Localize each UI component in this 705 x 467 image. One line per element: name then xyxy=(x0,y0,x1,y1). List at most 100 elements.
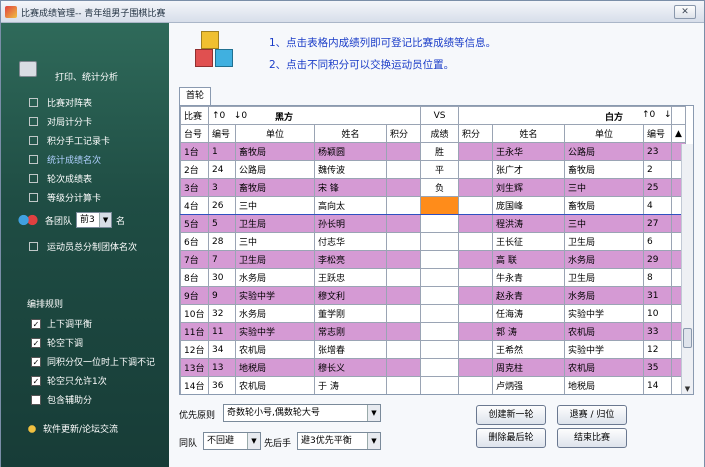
vertical-scrollbar[interactable]: ▼ xyxy=(681,144,693,394)
table-row[interactable]: 4台 26 三中 高向太 庞国峰 畜牧局 4 xyxy=(180,196,686,215)
table-row[interactable]: 6台 28 三中 付志华 王长征 卫生局 6 xyxy=(180,232,686,251)
table-row[interactable]: 13台 13 地税局 穆长义 周克柱 农机局 35 xyxy=(180,358,686,377)
close-button[interactable]: ✕ xyxy=(674,5,696,19)
score-cell[interactable] xyxy=(386,358,421,377)
table-row[interactable]: 15台15地税局张炳泉 穆文昌物价局37 xyxy=(181,395,686,396)
score-white-cell[interactable] xyxy=(458,178,493,197)
score-cell[interactable] xyxy=(386,304,421,323)
score-white-cell[interactable] xyxy=(458,232,493,251)
score-cell[interactable] xyxy=(386,250,421,269)
table-row[interactable]: 3台 3 畜牧局宋 锋 负 刘生辉 三中 25 xyxy=(180,178,686,197)
menu-item[interactable]: 比赛对阵表 xyxy=(29,93,110,112)
score-cell[interactable] xyxy=(386,160,421,179)
result-cell[interactable] xyxy=(420,304,459,323)
scroll-up-icon[interactable]: ▲ xyxy=(671,124,686,143)
result-cell[interactable] xyxy=(420,322,459,341)
score-cell[interactable] xyxy=(386,376,421,394)
result-cell[interactable] xyxy=(420,286,459,305)
table-row[interactable]: 8台 30 水务局 王跃忠 牛永青 卫生局 8 xyxy=(180,268,686,287)
result-cell[interactable] xyxy=(420,358,459,377)
result-cell[interactable]: 平 xyxy=(420,160,459,179)
score-cell[interactable] xyxy=(386,268,421,287)
withdraw-button[interactable]: 退赛 / 归位 xyxy=(557,405,627,425)
new-round-button[interactable]: 创建新一轮 xyxy=(476,405,546,425)
result-cell[interactable] xyxy=(420,268,459,287)
score-white-cell[interactable] xyxy=(458,250,493,269)
table-row[interactable]: 11台 11 实验中学 常志刚 郭 涛农机局 33 xyxy=(180,322,686,341)
unit-white-cell: 水务局 xyxy=(564,286,644,305)
scroll-down-icon[interactable]: ▼ xyxy=(682,383,693,394)
checkbox-icon[interactable] xyxy=(31,394,41,405)
table-row[interactable]: 7台 7 卫生局 李松亮 高 联水务局 29 xyxy=(180,250,686,269)
update-link[interactable]: 软件更新/论坛交流 xyxy=(25,422,118,435)
score-white-cell[interactable] xyxy=(458,214,493,233)
score-cell[interactable] xyxy=(386,196,421,215)
score-white-cell[interactable] xyxy=(459,395,493,396)
result-cell[interactable]: 负 xyxy=(420,178,459,197)
score-cell[interactable] xyxy=(386,142,421,161)
checkbox-icon[interactable]: ✓ xyxy=(31,356,41,367)
menu-item[interactable]: 统计成绩名次 xyxy=(29,150,110,169)
score-white-cell[interactable] xyxy=(458,376,493,394)
table-row[interactable]: 12台 34 农机局 张增春 王希然 实验中学 12 xyxy=(180,340,686,359)
score-cell[interactable] xyxy=(386,286,421,305)
score-white-cell[interactable] xyxy=(458,304,493,323)
chevron-down-icon[interactable]: ▼ xyxy=(99,213,112,227)
end-match-button[interactable]: 结束比赛 xyxy=(557,428,627,448)
table-row[interactable]: 1台 1 畜牧局 杨颖圆 胜 王永华 公路局 23 xyxy=(180,142,686,161)
menu-item[interactable]: 等级分计算卡 xyxy=(29,188,110,207)
table-row[interactable]: 5台 5 卫生局 孙长明 程洪涛 三中 27 xyxy=(180,214,686,233)
score-cell[interactable] xyxy=(386,232,421,251)
checkbox-icon[interactable]: ✓ xyxy=(31,375,41,386)
menu-item[interactable]: 轮次成绩表 xyxy=(29,169,110,188)
table-row[interactable]: 10台 32 水务局 董学刚 任海涛 实验中学 10 xyxy=(180,304,686,323)
chevron-down-icon[interactable]: ▼ xyxy=(367,405,380,421)
result-cell[interactable] xyxy=(420,214,459,233)
menu-item[interactable]: 对局计分卡 xyxy=(29,112,110,131)
score-cell[interactable] xyxy=(387,395,421,396)
result-cell[interactable] xyxy=(421,395,459,396)
table-row[interactable]: 14台 36 农机局于 涛卢炳强 地税局 14 xyxy=(180,376,686,394)
score-cell[interactable] xyxy=(386,178,421,197)
score-cell[interactable] xyxy=(386,214,421,233)
scrollbar-thumb[interactable] xyxy=(683,328,692,348)
tab-first-round[interactable]: 首轮 xyxy=(179,87,211,105)
rule-checkbox[interactable]: ✓ 上下调平衡 xyxy=(31,314,155,333)
checkbox-icon[interactable]: ✓ xyxy=(31,318,41,329)
score-white-cell[interactable] xyxy=(458,268,493,287)
priority-select[interactable]: 奇数轮小号,偶数轮大号 ▼ xyxy=(223,404,381,422)
score-white-cell[interactable] xyxy=(458,340,493,359)
result-cell[interactable]: 胜 xyxy=(420,142,459,161)
result-cell[interactable] xyxy=(420,376,459,394)
score-white-cell[interactable] xyxy=(458,196,493,215)
order-select[interactable]: 避3优先平衡 ▼ xyxy=(297,432,381,450)
result-cell[interactable] xyxy=(420,250,459,269)
rule-checkbox[interactable]: ✓ 轮空下调 xyxy=(31,333,155,352)
score-cell[interactable] xyxy=(386,340,421,359)
rule-checkbox[interactable]: ✓ 轮空只允许1次 xyxy=(31,371,155,390)
result-cell[interactable] xyxy=(420,232,459,251)
score-white-cell[interactable] xyxy=(458,286,493,305)
team-prefix[interactable]: 各团队 xyxy=(45,214,72,227)
table-row[interactable]: 2台 24 公路局 魏传波 平 张广才 畜牧局 2 xyxy=(180,160,686,179)
num-cell: 3 xyxy=(208,178,236,197)
team-rank-select[interactable]: 前3 ▼ xyxy=(76,212,113,228)
score-white-cell[interactable] xyxy=(458,160,493,179)
unit-white-cell: 实验中学 xyxy=(564,304,644,323)
delete-last-round-button[interactable]: 删除最后轮 xyxy=(476,428,546,448)
rule-checkbox[interactable]: 包含辅助分 xyxy=(31,390,155,409)
table-row[interactable]: 9台 9 实验中学 穆文利 赵永青 水务局 31 xyxy=(180,286,686,305)
score-cell[interactable] xyxy=(386,322,421,341)
chevron-down-icon[interactable]: ▼ xyxy=(367,433,380,449)
athlete-team-rank-item[interactable]: 运动员总分制团体名次 xyxy=(29,240,137,253)
score-white-cell[interactable] xyxy=(458,322,493,341)
score-white-cell[interactable] xyxy=(458,358,493,377)
result-cell[interactable] xyxy=(420,196,459,215)
menu-item[interactable]: 积分手工记录卡 xyxy=(29,131,110,150)
checkbox-icon[interactable]: ✓ xyxy=(31,337,41,348)
rule-checkbox[interactable]: ✓ 同积分仅一位时上下调不记 xyxy=(31,352,155,371)
score-white-cell[interactable] xyxy=(458,142,493,161)
same-team-select[interactable]: 不回避 ▼ xyxy=(203,432,261,450)
result-cell[interactable] xyxy=(420,340,459,359)
chevron-down-icon[interactable]: ▼ xyxy=(247,433,260,449)
